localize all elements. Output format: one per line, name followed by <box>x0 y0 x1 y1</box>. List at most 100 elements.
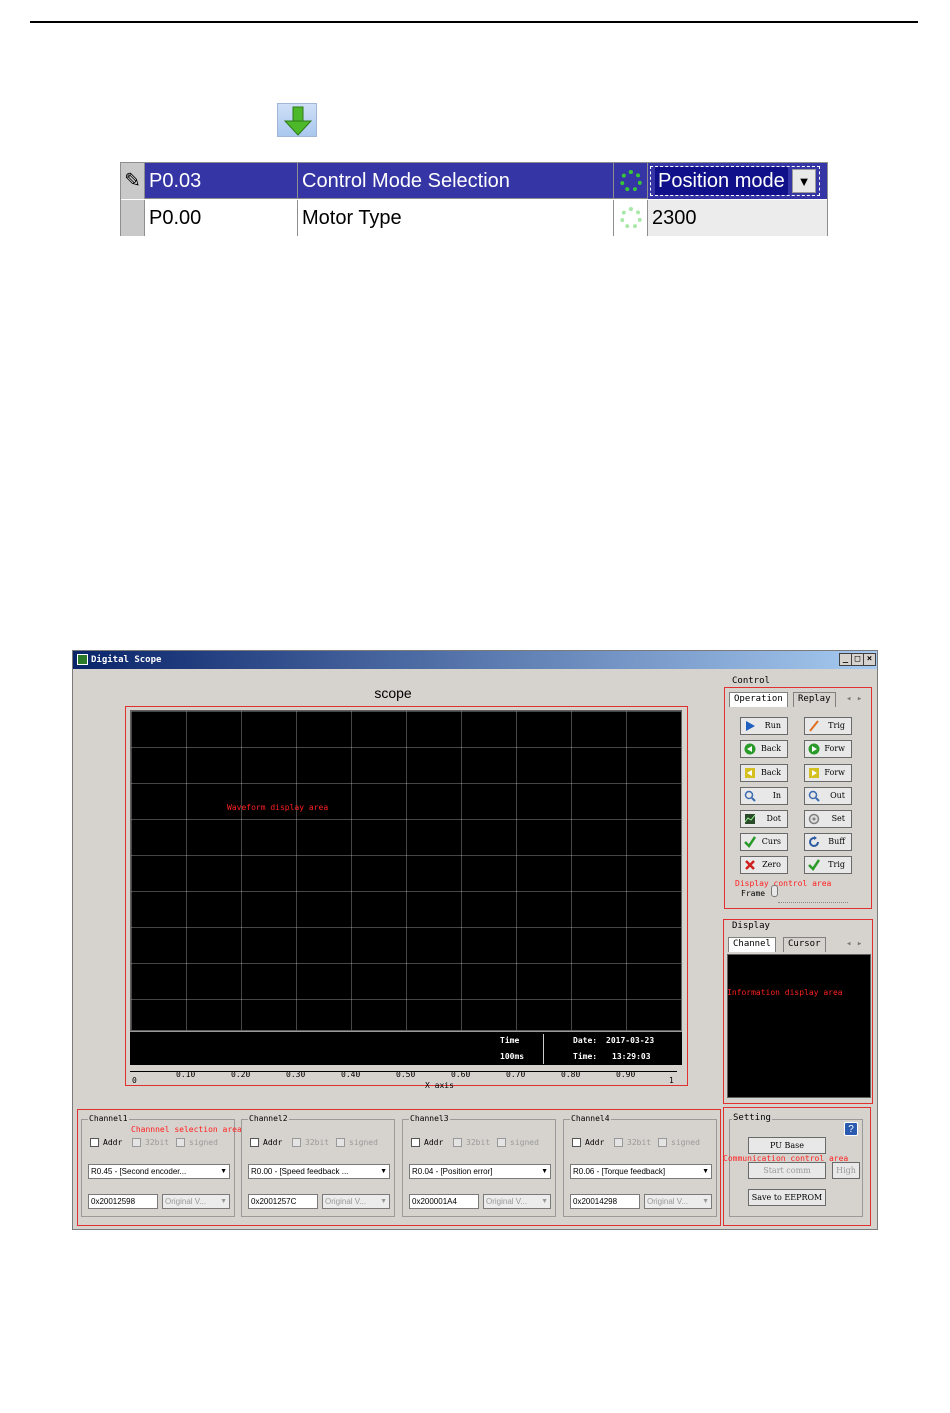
signed-label: signed <box>671 1138 700 1147</box>
addr-label: Addr <box>103 1138 123 1147</box>
32bit-label: 32bit <box>627 1138 652 1147</box>
32bit-label: 32bit <box>145 1138 170 1147</box>
frame-slider-track[interactable] <box>778 902 848 903</box>
digital-scope-window: Digital Scope _ □ × scope Waveform displ… <box>72 650 878 1230</box>
trigger-button[interactable]: Trig <box>804 717 852 735</box>
zoom-in-icon <box>744 790 756 802</box>
addr-label: Addr <box>263 1138 283 1147</box>
step-back-button[interactable]: Back <box>740 764 788 782</box>
close-icon <box>744 859 756 871</box>
x-tick: 0.50 <box>396 1070 416 1079</box>
tab-scroll-arrows[interactable]: ◂ ▸ <box>846 939 862 949</box>
trigger-icon <box>808 720 820 732</box>
32bit-checkbox[interactable] <box>132 1138 141 1147</box>
frame-label: Frame <box>741 889 766 898</box>
table-row[interactable]: P0.00 Motor Type 2300 <box>121 200 827 236</box>
tab-operation[interactable]: Operation <box>729 692 788 707</box>
chevron-down-icon: ▼ <box>541 1198 548 1205</box>
channel-format-select[interactable]: Original V... ▼ <box>322 1194 390 1209</box>
channel-label: Channel3 <box>409 1114 450 1123</box>
zero-button[interactable]: Zero <box>740 856 788 874</box>
x-tick: 0 <box>132 1076 137 1085</box>
time-value: 100ms <box>500 1052 525 1061</box>
time-label: Time <box>500 1036 520 1045</box>
channel-3-group: Channel3 Addr 32bit signed R0.04 - [Posi… <box>402 1114 556 1217</box>
back-button[interactable]: Back <box>740 740 788 758</box>
param-value[interactable]: 2300 <box>648 200 827 236</box>
channel-address-input[interactable]: 0x20012598 <box>88 1194 158 1209</box>
addr-label: Addr <box>585 1138 605 1147</box>
chevron-down-icon[interactable]: ▼ <box>792 169 816 193</box>
32bit-checkbox[interactable] <box>292 1138 301 1147</box>
zoom-out-button[interactable]: Out <box>804 787 852 805</box>
tab-channel[interactable]: Channel <box>728 937 776 952</box>
param-code: P0.03 <box>145 163 298 199</box>
zoom-out-icon <box>808 790 820 802</box>
clock-value: 13:29:03 <box>612 1052 651 1061</box>
tab-replay[interactable]: Replay <box>793 692 836 707</box>
x-tick: 0.90 <box>616 1070 636 1079</box>
channel-source-select[interactable]: R0.04 - [Position error] ▼ <box>409 1164 551 1179</box>
chevron-down-icon: ▼ <box>220 1198 227 1205</box>
forward-button[interactable]: Forw <box>804 740 852 758</box>
x-tick: 0.20 <box>231 1070 251 1079</box>
signed-checkbox[interactable] <box>336 1138 345 1147</box>
display-group-label: Display <box>732 921 770 931</box>
signed-checkbox[interactable] <box>658 1138 667 1147</box>
signed-checkbox[interactable] <box>176 1138 185 1147</box>
x-tick: 1 <box>669 1076 674 1085</box>
download-arrow-icon[interactable] <box>277 103 317 137</box>
help-icon[interactable]: ? <box>844 1122 858 1136</box>
trigger-check-button[interactable]: Trig <box>804 856 852 874</box>
dot-button[interactable]: Dot <box>740 810 788 828</box>
clock-label: Time: <box>573 1052 598 1061</box>
close-button[interactable]: × <box>863 653 876 666</box>
channel-area-label: Channnel selection area <box>131 1125 242 1134</box>
pu-base-button[interactable]: PU Base <box>748 1137 826 1154</box>
tab-cursor[interactable]: Cursor <box>783 937 826 952</box>
channel-source-select[interactable]: R0.06 - [Torque feedback] ▼ <box>570 1164 712 1179</box>
app-icon <box>77 654 88 665</box>
channel-address-input[interactable]: 0x200001A4 <box>409 1194 479 1209</box>
32bit-checkbox[interactable] <box>453 1138 462 1147</box>
zoom-in-button[interactable]: In <box>740 787 788 805</box>
set-button[interactable]: Set <box>804 810 852 828</box>
high-button[interactable]: High <box>832 1162 860 1179</box>
32bit-label: 32bit <box>466 1138 491 1147</box>
param-name: Motor Type <box>298 200 614 236</box>
channel-4-group: Channel4 Addr 32bit signed R0.06 - [Torq… <box>563 1114 717 1217</box>
32bit-checkbox[interactable] <box>614 1138 623 1147</box>
addr-checkbox[interactable] <box>411 1138 420 1147</box>
channel-format-select[interactable]: Original V... ▼ <box>644 1194 712 1209</box>
loading-icon <box>620 207 642 229</box>
x-tick: 0.70 <box>506 1070 526 1079</box>
channel-source-select[interactable]: R0.45 - [Second encoder... ▼ <box>88 1164 230 1179</box>
signed-label: signed <box>349 1138 378 1147</box>
table-row[interactable]: ✎ P0.03 Control Mode Selection Position … <box>121 163 827 199</box>
channel-address-input[interactable]: 0x20014298 <box>570 1194 640 1209</box>
addr-checkbox[interactable] <box>572 1138 581 1147</box>
start-comm-button[interactable]: Start comm <box>748 1162 826 1179</box>
step-forward-button[interactable]: Forw <box>804 764 852 782</box>
date-label: Date: <box>573 1036 598 1045</box>
window-title: Digital Scope <box>91 655 162 665</box>
channel-source-select[interactable]: R0.00 - [Speed feedback ... ▼ <box>248 1164 390 1179</box>
waveform-plot[interactable] <box>130 710 682 1031</box>
channel-address-input[interactable]: 0x2001257C <box>248 1194 318 1209</box>
param-value-select[interactable]: Position mode ▼ <box>648 163 827 199</box>
save-eeprom-button[interactable]: Save to EEPROM <box>748 1189 826 1206</box>
tab-scroll-arrows[interactable]: ◂ ▸ <box>846 694 862 704</box>
buffer-button[interactable]: Buff <box>804 833 852 851</box>
back-icon <box>744 743 756 755</box>
cursor-button[interactable]: Curs <box>740 833 788 851</box>
channel-format-select[interactable]: Original V... ▼ <box>162 1194 230 1209</box>
run-button[interactable]: Run <box>740 717 788 735</box>
param-name: Control Mode Selection <box>298 163 614 199</box>
frame-slider-handle[interactable] <box>771 885 778 897</box>
channel-format-select[interactable]: Original V... ▼ <box>483 1194 551 1209</box>
row-mark <box>121 200 145 236</box>
signed-checkbox[interactable] <box>497 1138 506 1147</box>
channel-label: Channel1 <box>88 1114 129 1123</box>
addr-checkbox[interactable] <box>250 1138 259 1147</box>
addr-checkbox[interactable] <box>90 1138 99 1147</box>
